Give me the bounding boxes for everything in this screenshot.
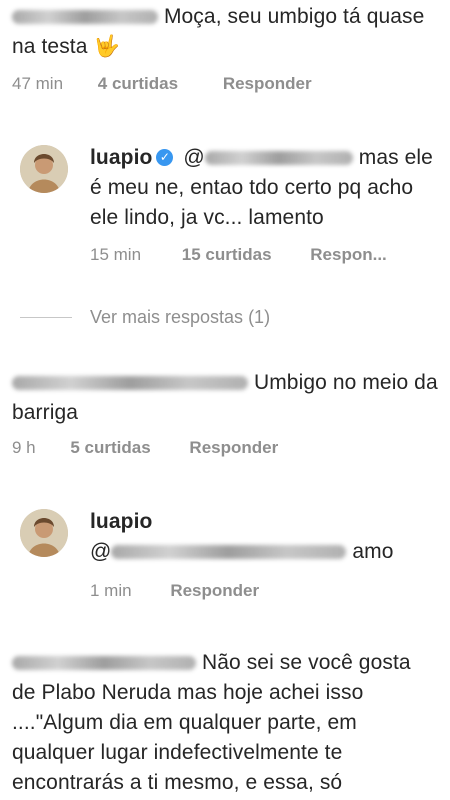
- avatar[interactable]: [20, 509, 68, 557]
- reply-2: luapio @ amo: [90, 507, 438, 567]
- timestamp: 47 min: [12, 74, 64, 93]
- comment-2-meta: 9 h 5 curtidas Responder: [12, 438, 278, 458]
- reply-1: luapio ✓ @ mas ele é meu ne, entao tdo ce…: [90, 143, 438, 233]
- mention-prefix[interactable]: @: [90, 540, 111, 563]
- timestamp: 9 h: [12, 438, 36, 457]
- blurred-mention[interactable]: [111, 545, 347, 560]
- reply-text: luapio @ amo: [90, 510, 394, 563]
- comment-2: Umbigo no meio da barriga: [12, 368, 438, 428]
- likes-count[interactable]: 15 curtidas: [182, 245, 272, 264]
- user-avatar-icon: [20, 509, 68, 557]
- timestamp: 15 min: [90, 245, 142, 264]
- comment-text: Não sei se você gosta de Plabo Neruda ma…: [12, 651, 411, 794]
- reply-button[interactable]: Responder: [189, 438, 278, 457]
- comment-text: Umbigo no meio da barriga: [12, 371, 438, 424]
- blurred-username[interactable]: [12, 10, 158, 25]
- username[interactable]: luapio: [90, 510, 152, 533]
- reply-2-meta: 1 min Responder: [90, 581, 259, 601]
- mention-prefix[interactable]: @: [183, 146, 204, 169]
- username[interactable]: luapio: [90, 146, 152, 169]
- rock-hand-emoji-icon: 🤟: [93, 35, 120, 58]
- reply-text: luapio ✓ @ mas ele é meu ne, entao tdo ce…: [90, 146, 433, 229]
- reply-button[interactable]: Respon...: [310, 245, 387, 264]
- blurred-username[interactable]: [12, 376, 248, 391]
- reply-button[interactable]: Responder: [223, 74, 312, 93]
- comment-3: Não sei se você gosta de Plabo Neruda ma…: [12, 648, 438, 798]
- likes-count[interactable]: 5 curtidas: [70, 438, 150, 457]
- timestamp: 1 min: [90, 581, 132, 600]
- reply-1-meta: 15 min 15 curtidas Respon...: [90, 245, 387, 265]
- divider-line: [20, 317, 72, 318]
- blurred-mention[interactable]: [204, 151, 353, 166]
- blurred-username[interactable]: [12, 656, 196, 671]
- reply-button[interactable]: Responder: [170, 581, 259, 600]
- verified-badge-icon: ✓: [156, 148, 174, 166]
- user-avatar-icon: [20, 145, 68, 193]
- view-more-replies[interactable]: Ver mais respostas (1): [20, 307, 270, 328]
- comment-1: Moça, seu umbigo tá quase na testa 🤟: [12, 2, 438, 62]
- view-more-label[interactable]: Ver mais respostas (1): [90, 307, 270, 328]
- avatar[interactable]: [20, 145, 68, 193]
- likes-count[interactable]: 4 curtidas: [98, 74, 178, 93]
- comment-text: Moça, seu umbigo tá quase na testa 🤟: [12, 5, 425, 58]
- comment-1-meta: 47 min 4 curtidas Responder: [12, 74, 312, 94]
